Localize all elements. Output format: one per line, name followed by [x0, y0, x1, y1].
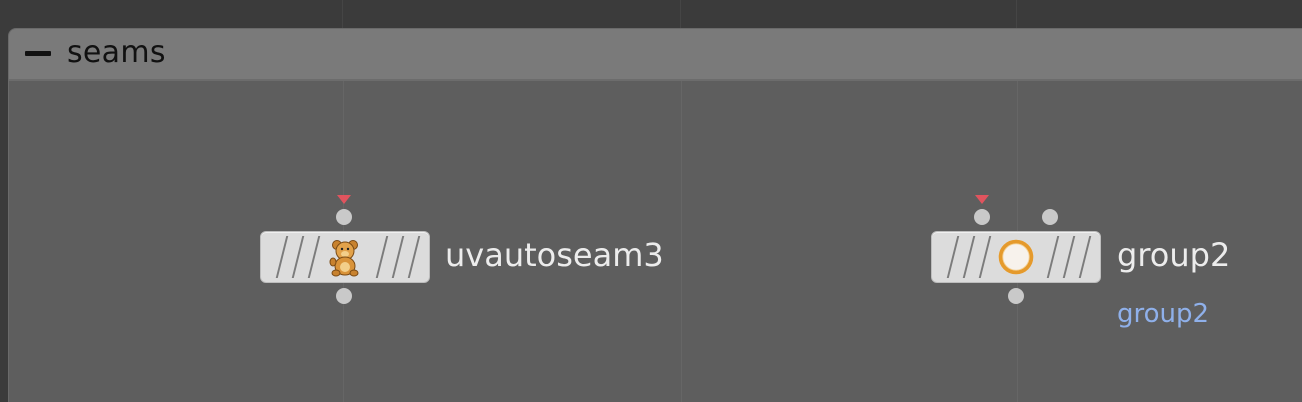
node-stripe — [391, 236, 405, 278]
node-comment-label: group2 — [1117, 299, 1210, 329]
node-name-label[interactable]: group2 — [1117, 236, 1230, 274]
output-connector[interactable] — [336, 288, 352, 304]
network-box-seams[interactable]: seams uvautoseam3 group2 group2 — [8, 28, 1302, 402]
node-stripe — [946, 236, 960, 278]
display-flag-indicator — [975, 195, 989, 204]
node-name-label[interactable]: uvautoseam3 — [445, 236, 664, 274]
input-connector[interactable] — [974, 209, 990, 225]
input-connector-2[interactable] — [1042, 209, 1058, 225]
node-uvautoseam3[interactable] — [260, 231, 430, 283]
node-stripe — [407, 236, 421, 278]
node-stripe — [275, 236, 289, 278]
network-editor-canvas[interactable]: seams uvautoseam3 group2 group2 — [0, 0, 1302, 402]
network-box-title[interactable]: seams — [67, 35, 166, 71]
collapse-minus-button[interactable] — [25, 51, 51, 56]
teddy-bear-icon — [325, 235, 365, 279]
node-stripe — [375, 236, 389, 278]
input-connector[interactable] — [336, 209, 352, 225]
node-stripe — [962, 236, 976, 278]
node-stripe — [1046, 236, 1060, 278]
network-box-header[interactable]: seams — [9, 29, 1302, 81]
node-stripe — [978, 236, 992, 278]
display-flag-indicator — [337, 195, 351, 204]
node-stripe — [307, 236, 321, 278]
node-stripe — [291, 236, 305, 278]
circle-ring-icon — [996, 235, 1036, 279]
node-group2[interactable] — [931, 231, 1101, 283]
grid-line — [681, 81, 682, 402]
output-connector[interactable] — [1008, 288, 1024, 304]
node-stripe — [1078, 236, 1092, 278]
node-stripe — [1062, 236, 1076, 278]
